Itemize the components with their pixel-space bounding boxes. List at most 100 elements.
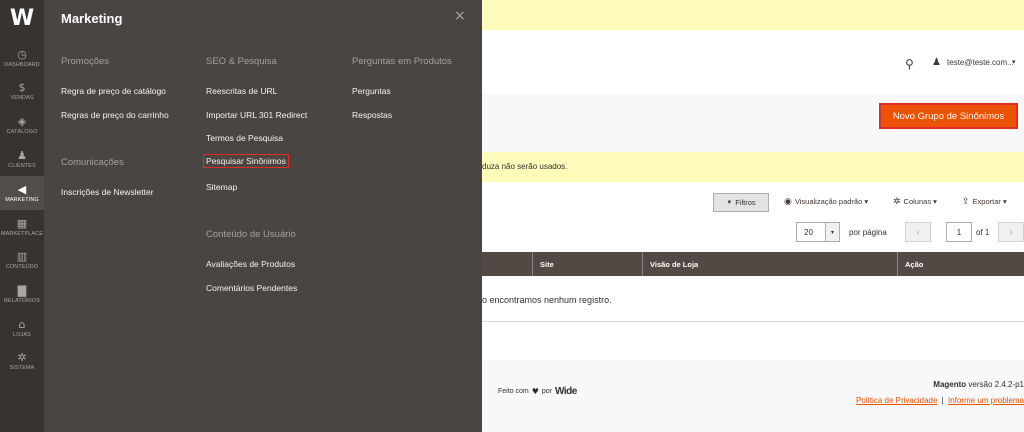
grid-header: Site Visão de Loja Ação <box>482 252 1024 276</box>
nav-sistema[interactable]: ✲ Sistema <box>0 345 44 377</box>
cube-icon: ◈ <box>17 114 27 128</box>
bar-chart-icon: ▇ <box>17 283 27 297</box>
per-page-label: por página <box>849 228 887 237</box>
separator: | <box>941 396 944 405</box>
close-icon[interactable]: × <box>454 8 466 24</box>
user-icon[interactable]: ♟ <box>932 57 941 68</box>
heart-icon: ♥ <box>531 387 539 396</box>
shop-icon: ⌂ <box>18 317 26 331</box>
nav-marketplace[interactable]: ▦ Marketplace <box>0 211 44 243</box>
section-seo: SEO & Pesquisa <box>206 56 277 67</box>
nav-lojas[interactable]: ⌂ Lojas <box>0 312 44 344</box>
made-with-label: Feito com <box>498 388 529 395</box>
menu-link-answers[interactable]: Respostas <box>352 110 392 120</box>
privacy-link[interactable]: Política de Privacidade <box>856 396 937 405</box>
menu-link-search-terms[interactable]: Termos de Pesquisa <box>206 133 283 143</box>
column-header-site[interactable]: Site <box>532 252 642 276</box>
menu-link-product-reviews[interactable]: Avaliações de Produtos <box>206 259 295 269</box>
view-label: Visualização padrão <box>794 197 863 206</box>
logo[interactable]: W <box>0 0 44 36</box>
column-header-action[interactable]: Ação <box>897 252 1024 276</box>
section-comunicacoes: Comunicações <box>61 157 124 168</box>
agency-logo[interactable]: Wide <box>555 386 577 397</box>
logo-mark: W <box>9 5 35 31</box>
filters-label: Filtros <box>735 198 756 207</box>
message-text: duza não serão usados. <box>482 162 568 171</box>
menu-link-pending-comments[interactable]: Comentários Pendentes <box>206 283 297 293</box>
menu-link-cart-price-rule[interactable]: Regras de preço do carrinho <box>61 110 169 120</box>
nav-marketing[interactable]: ◀ Marketing <box>0 176 44 210</box>
export-label: Exportar <box>972 197 1001 206</box>
menu-link-sitemap[interactable]: Sitemap <box>206 182 237 192</box>
filter-icon: ▼ <box>726 199 733 206</box>
nav-label: Sistema <box>9 364 35 371</box>
previous-page-button[interactable]: ‹ <box>905 222 931 242</box>
nav-label: Catálogo <box>6 128 38 135</box>
dollar-icon: $ <box>18 80 26 94</box>
chevron-down-icon: ▾ <box>864 197 869 206</box>
menu-link-search-synonyms[interactable]: Pesquisar Sinônimos <box>203 154 289 168</box>
version-label: versão 2.4.2-p1 <box>968 380 1024 389</box>
megaphone-icon: ◀ <box>17 182 27 196</box>
nav-label: Marketplace <box>0 230 44 237</box>
nav-dashboard[interactable]: ◷ Dashboard <box>0 42 44 74</box>
magento-version: Magento versão 2.4.2-p1 <box>933 380 1024 389</box>
menu-link-questions[interactable]: Perguntas <box>352 86 391 96</box>
menu-link-url-rewrites[interactable]: Reescritas de URL <box>206 86 277 96</box>
upload-icon: ⇪ <box>962 197 970 207</box>
search-icon[interactable]: ⚲ <box>905 57 914 71</box>
new-synonym-group-button[interactable]: Novo Grupo de Sinônimos <box>879 103 1018 129</box>
view-switcher[interactable]: ◉ Visualização padrão ▾ <box>784 197 868 207</box>
chevron-down-icon: ▾ <box>825 223 839 241</box>
nav-label: Clientes <box>8 162 36 169</box>
person-icon: ♟ <box>17 148 27 162</box>
menu-title: Marketing <box>61 11 123 26</box>
nav-label: Relatórios <box>3 297 41 304</box>
nav-label: Lojas <box>13 331 31 338</box>
chevron-down-icon: ▾ <box>1003 197 1007 206</box>
nav-vendas[interactable]: $ Vendas <box>0 75 44 107</box>
filters-button[interactable]: ▼ Filtros <box>713 193 769 212</box>
next-page-button[interactable]: › <box>998 222 1024 242</box>
page-size-value: 20 <box>804 228 813 237</box>
dashboard-icon: ◷ <box>17 47 27 61</box>
eye-icon: ◉ <box>784 197 792 207</box>
magento-label: Magento <box>933 380 967 389</box>
nav-label: Dashboard <box>4 61 40 68</box>
nav-clientes[interactable]: ♟ Clientes <box>0 143 44 175</box>
menu-link-newsletter[interactable]: Inscrições de Newsletter <box>61 187 154 197</box>
nav-label: Conteúdo <box>5 263 39 270</box>
nav-label: Marketing <box>5 196 39 203</box>
chevron-down-icon[interactable]: ▾ <box>1012 58 1016 66</box>
column-header[interactable] <box>482 252 532 276</box>
layout-icon: ▥ <box>16 249 28 263</box>
report-issue-link[interactable]: Informe um problema <box>948 396 1024 405</box>
column-header-store-view[interactable]: Visão de Loja <box>642 252 897 276</box>
system-notice <box>482 0 1024 30</box>
gear-icon: ✲ <box>893 197 901 207</box>
user-account-name[interactable]: teste@teste.com... <box>947 58 1014 67</box>
columns-control[interactable]: ✲ Colunas ▾ <box>893 197 937 207</box>
info-message: duza não serão usados. <box>482 152 1024 182</box>
table-row: o encontramos nenhum registro. <box>482 276 1024 322</box>
section-perguntas: Perguntas em Produtos <box>352 56 452 67</box>
made-with: Feito com ♥ por Wide <box>498 386 577 397</box>
gear-icon: ✲ <box>17 350 27 364</box>
menu-link-import-301[interactable]: Importar URL 301 Redirect <box>206 110 307 120</box>
empty-message: o encontramos nenhum registro. <box>482 295 612 305</box>
menu-link-catalog-price-rule[interactable]: Regra de preço de catálogo <box>61 86 166 96</box>
grid-container: ▼ Filtros ◉ Visualização padrão ▾ ✲ Coluna… <box>482 182 1024 360</box>
columns-label: Colunas <box>903 197 932 206</box>
export-control[interactable]: ⇪ Exportar ▾ <box>962 197 1007 207</box>
by-label: por <box>541 388 553 395</box>
nav-catalogo[interactable]: ◈ Catálogo <box>0 109 44 141</box>
marketing-menu-panel: Marketing × Promoções Regra de preço de … <box>44 0 482 432</box>
nav-relatorios[interactable]: ▇ Relatórios <box>0 278 44 310</box>
page-number-input[interactable]: 1 <box>946 222 972 242</box>
page-size-select[interactable]: 20 ▾ <box>796 222 840 242</box>
page-count: of 1 <box>976 228 990 237</box>
nav-conteudo[interactable]: ▥ Conteúdo <box>0 244 44 276</box>
chevron-down-icon: ▾ <box>933 197 937 206</box>
page-header: ⚲ ♟ teste@teste.com... ▾ <box>482 30 1024 94</box>
section-promocoes: Promoções <box>61 56 110 67</box>
